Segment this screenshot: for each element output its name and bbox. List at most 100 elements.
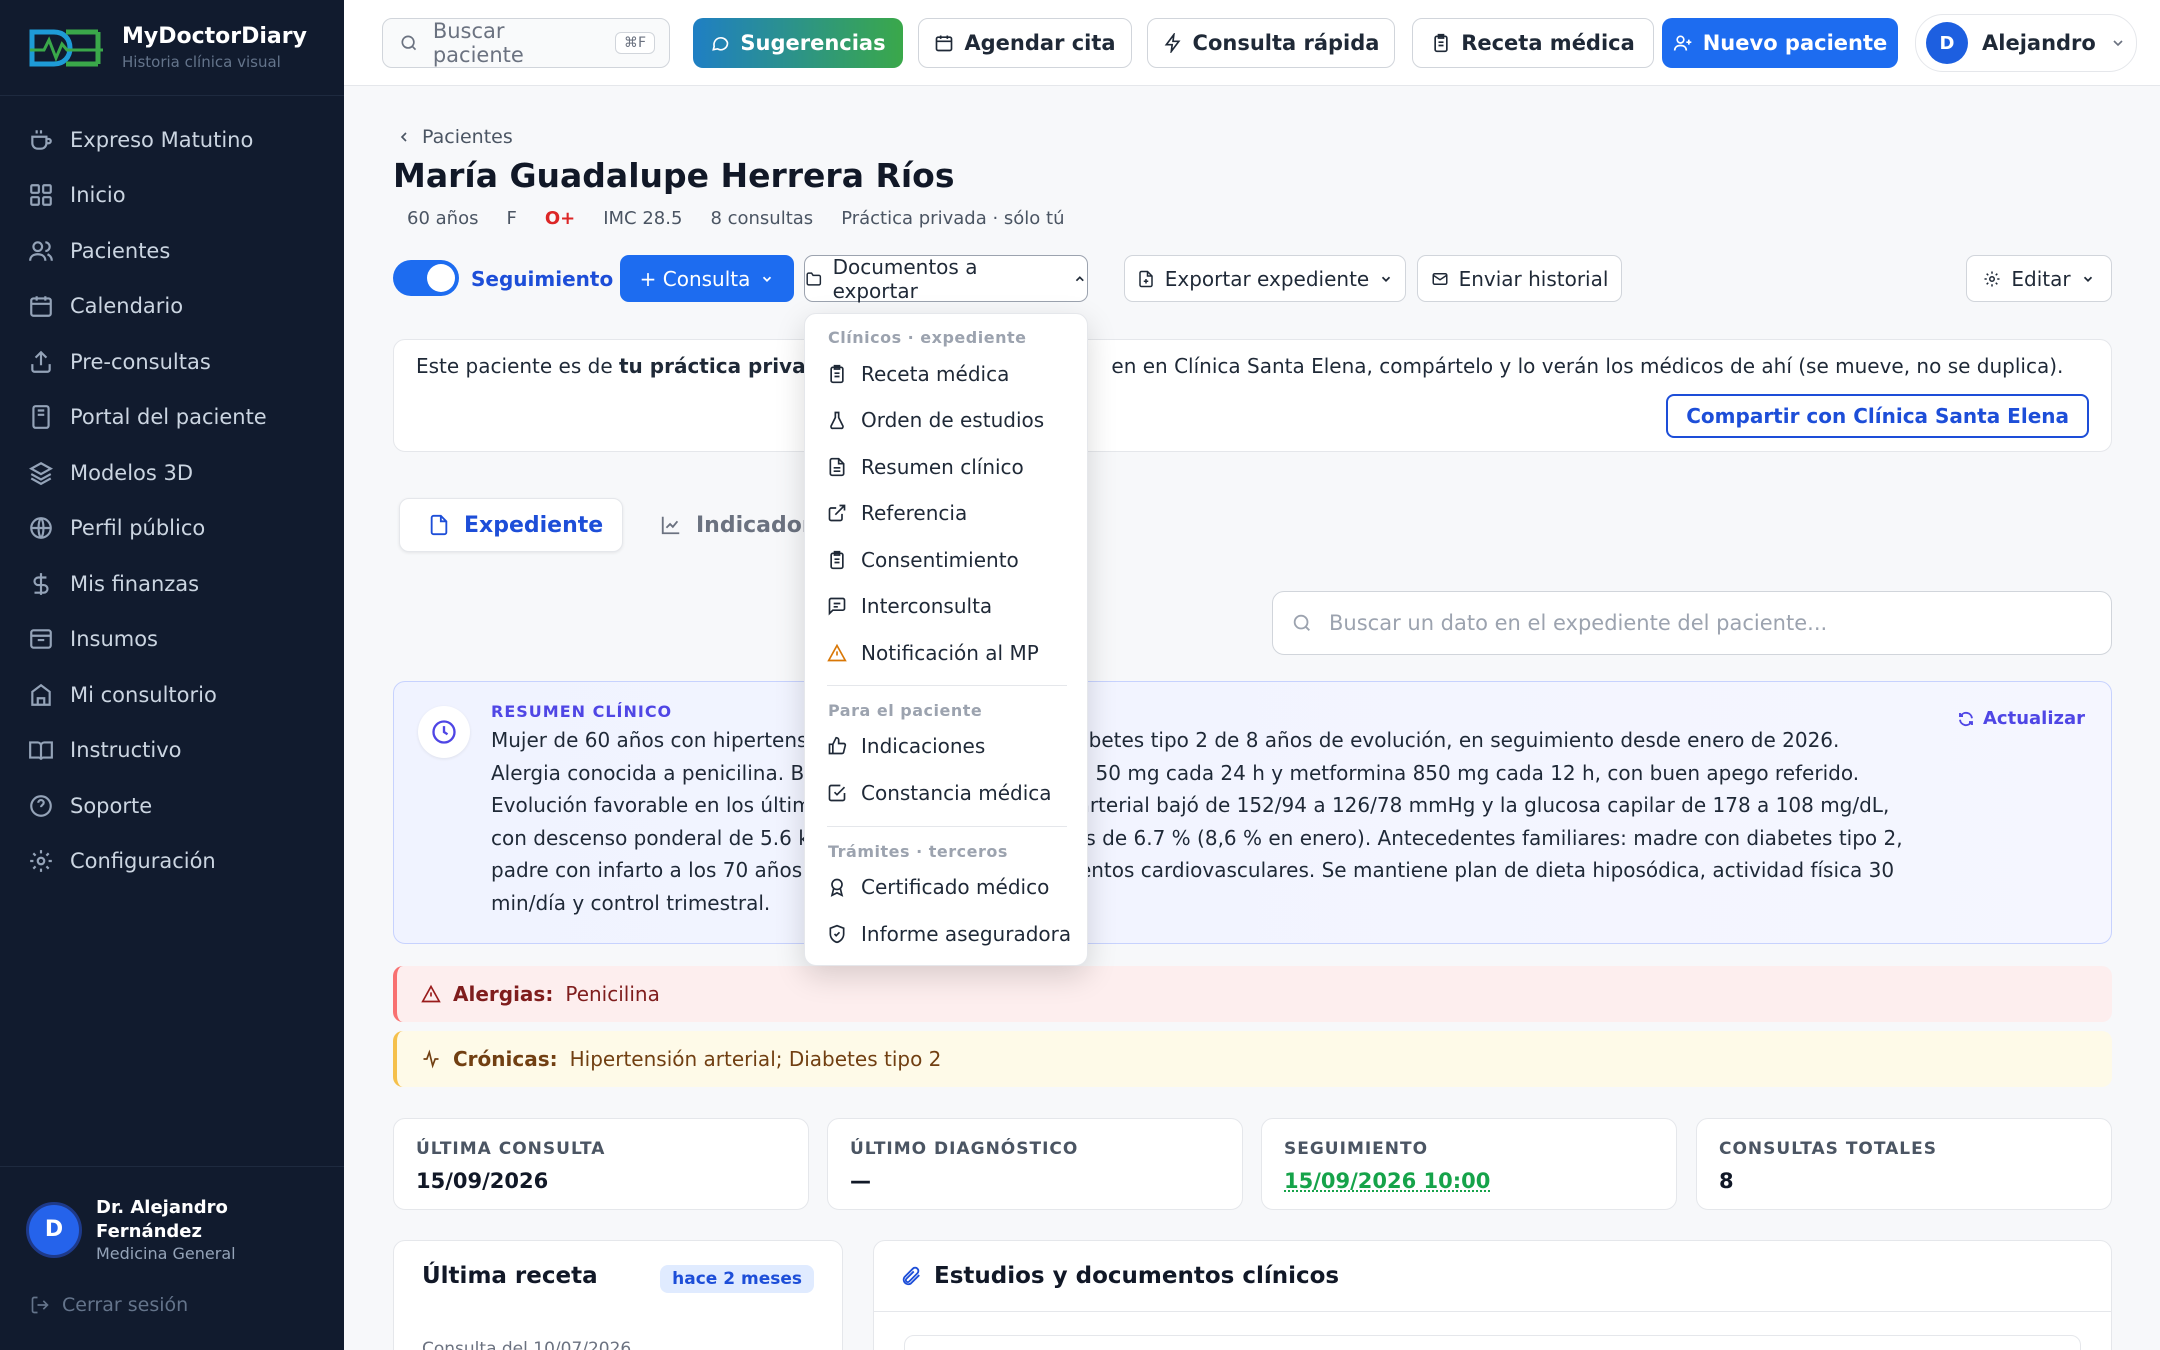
menu-item-label: Informe aseguradora	[861, 922, 1072, 946]
receta-medica-button[interactable]: Receta médica	[1412, 18, 1654, 68]
sidebar-user[interactable]: D Dr. Alejandro Fernández Medicina Gener…	[26, 1196, 246, 1263]
enviar-historial-button[interactable]: Enviar historial	[1417, 255, 1622, 302]
consulta-label: + Consulta	[639, 266, 751, 291]
sidebar-item-label: Perfil público	[70, 516, 206, 541]
sidebar-item-insumos[interactable]: Insumos	[0, 612, 344, 668]
seguimiento-toggle[interactable]	[393, 260, 459, 296]
patient-consults: 8 consultas	[710, 208, 814, 229]
notice-pre: Este paciente es de	[416, 354, 619, 378]
sidebar-item-consultorio[interactable]: Mi consultorio	[0, 667, 344, 723]
logout-icon	[31, 1296, 49, 1314]
sidebar-item-label: Expreso Matutino	[70, 127, 254, 152]
mail-icon	[1432, 272, 1448, 285]
menu-item-label: Receta médica	[861, 362, 1010, 386]
stat-ultimo-diagnostico: ÚLTIMO DIAGNÓSTICO —	[827, 1118, 1243, 1210]
menu-item-indicaciones[interactable]: Indicaciones	[827, 734, 985, 758]
update-summary-button[interactable]: Actualizar	[1957, 708, 2085, 729]
stat-seguimiento[interactable]: SEGUIMIENTO 15/09/2026 10:00	[1261, 1118, 1677, 1210]
dropdown-section: Clínicos · expediente	[828, 328, 1027, 347]
search-icon	[1293, 614, 1310, 631]
share-clinic-button[interactable]: Compartir con Clínica Santa Elena	[1666, 394, 2089, 438]
nuevo-paciente-button[interactable]: Nuevo paciente	[1662, 18, 1898, 68]
external-link-icon	[828, 504, 846, 522]
chevron-down-icon	[2113, 40, 2123, 47]
menu-item-informe-aseguradora[interactable]: Informe aseguradora	[827, 922, 1071, 946]
thumbs-up-icon	[828, 736, 847, 755]
clock-icon	[418, 706, 470, 758]
documentos-label: Documentos a exportar	[832, 254, 978, 303]
search-placeholder: Buscar paciente	[432, 19, 524, 67]
sidebar-item-instructivo[interactable]: Instructivo	[0, 723, 344, 779]
notice-text: Este paciente es de tu práctica privada e…	[416, 354, 2063, 378]
clipboard-icon	[1434, 33, 1448, 53]
menu-item-resumen[interactable]: Resumen clínico	[827, 455, 1024, 479]
agendar-cita-button[interactable]: Agendar cita	[918, 18, 1132, 68]
sugerencias-label: Sugerencias	[740, 31, 886, 55]
menu-item-interconsulta[interactable]: Interconsulta	[827, 594, 992, 618]
editar-button[interactable]: Editar	[1966, 255, 2112, 302]
menu-item-certificado[interactable]: Certificado médico	[827, 875, 1049, 899]
documentos-button[interactable]: Documentos a exportar	[804, 254, 1088, 303]
sidebar-item-calendario[interactable]: Calendario	[0, 279, 344, 335]
menu-item-consentimiento[interactable]: Consentimiento	[827, 548, 1019, 572]
chevron-down-icon	[2083, 276, 2092, 282]
refresh-icon	[1959, 711, 1973, 726]
menu-item-notificacion-mp[interactable]: Notificación al MP	[827, 641, 1039, 665]
brand[interactable]: MyDoctorDiary Historia clínica visual	[28, 24, 307, 71]
sidebar-item-portal[interactable]: Portal del paciente	[0, 390, 344, 446]
sidebar-item-label: Mis finanzas	[70, 571, 200, 596]
documentos-dropdown: Clínicos · expediente Receta médica Orde…	[804, 313, 1088, 966]
user-menu[interactable]: D Alejandro	[1915, 14, 2137, 72]
chronic-value: Hipertensión arterial; Diabetes tipo 2	[569, 1047, 942, 1071]
menu-item-constancia[interactable]: Constancia médica	[827, 781, 1052, 805]
menu-item-label: Resumen clínico	[861, 455, 1024, 479]
consulta-button[interactable]: + Consulta	[620, 255, 794, 302]
sidebar-item-finanzas[interactable]: Mis finanzas	[0, 556, 344, 612]
menu-item-label: Orden de estudios	[861, 408, 1045, 432]
sugerencias-button[interactable]: Sugerencias	[693, 18, 903, 68]
patient-bmi: IMC 28.5	[603, 208, 683, 229]
menu-item-label: Indicaciones	[861, 734, 986, 758]
tab-expediente[interactable]: Expediente	[399, 498, 623, 552]
time-badge: hace 2 meses	[660, 1265, 814, 1293]
logout-button[interactable]: Cerrar sesión	[30, 1294, 188, 1316]
sidebar-item-modelos3d[interactable]: Modelos 3D	[0, 445, 344, 501]
building-icon	[31, 683, 51, 706]
sidebar-item-preconsultas[interactable]: Pre-consultas	[0, 334, 344, 390]
folder-icon	[806, 271, 822, 286]
expediente-search[interactable]: Buscar un dato en el expediente del paci…	[1272, 591, 2112, 655]
sidebar-item-soporte[interactable]: Soporte	[0, 778, 344, 834]
sidebar-item-configuracion[interactable]: Configuración	[0, 834, 344, 890]
rapida-label: Consulta rápida	[1192, 31, 1380, 55]
summary-label: RESUMEN CLÍNICO	[491, 702, 673, 721]
logo-icon	[28, 26, 104, 70]
breadcrumb[interactable]: Pacientes	[396, 126, 513, 148]
user-plus-icon	[1673, 35, 1692, 51]
consulta-rapida-button[interactable]: Consulta rápida	[1147, 18, 1395, 68]
sidebar-item-inicio[interactable]: Inicio	[0, 168, 344, 224]
sidebar-item-expreso[interactable]: Expreso Matutino	[0, 112, 344, 168]
pulse-icon	[423, 1049, 439, 1069]
file-icon	[430, 514, 448, 536]
studies-card: Estudios y documentos clínicos	[873, 1240, 2112, 1350]
menu-item-receta[interactable]: Receta médica	[827, 362, 1009, 386]
stat-label: CONSULTAS TOTALES	[1719, 1139, 1937, 1159]
update-label: Actualizar	[1982, 708, 2085, 729]
patient-meta: 60 años F O+ IMC 28.5 8 consultas Prácti…	[393, 208, 1078, 229]
sidebar-item-pacientes[interactable]: Pacientes	[0, 223, 344, 279]
menu-item-label: Notificación al MP	[861, 641, 1039, 665]
menu-item-referencia[interactable]: Referencia	[827, 501, 967, 525]
menu-item-orden-estudios[interactable]: Orden de estudios	[827, 408, 1044, 432]
stat-label: ÚLTIMO DIAGNÓSTICO	[850, 1139, 1079, 1159]
stat-value[interactable]: 15/09/2026 10:00	[1284, 1169, 1654, 1193]
app-name: MyDoctorDiary	[122, 24, 307, 49]
check-square-icon	[828, 784, 846, 802]
dollar-icon	[33, 572, 49, 595]
sidebar-item-perfil[interactable]: Perfil público	[0, 501, 344, 557]
patient-search[interactable]: Buscar paciente ⌘F	[382, 18, 670, 68]
dropdown-divider	[827, 826, 1067, 827]
allergies-alert: Alergias: Penicilina	[393, 966, 2112, 1022]
exportar-button[interactable]: Exportar expediente	[1124, 255, 1406, 302]
studies-list	[904, 1335, 2081, 1350]
editar-label: Editar	[2011, 266, 2071, 291]
